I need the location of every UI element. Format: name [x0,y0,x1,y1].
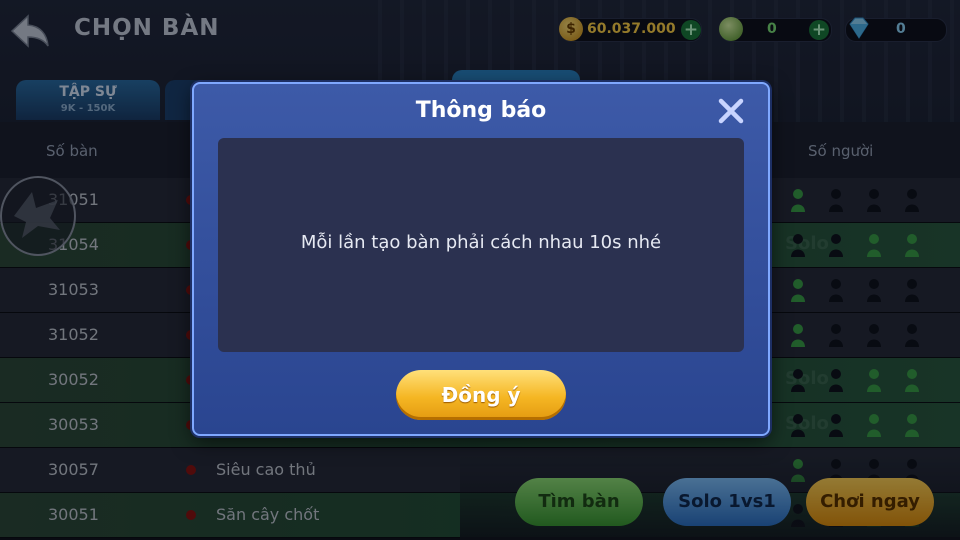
ok-button[interactable]: Đồng ý [396,370,566,420]
notification-dialog: Thông báo Mỗi lần tạo bàn phải cách nhau… [192,82,770,436]
close-icon[interactable] [716,96,746,126]
dialog-title: Thông báo [415,98,547,123]
dialog-message: Mỗi lần tạo bàn phải cách nhau 10s nhé [300,232,662,253]
dialog-body: Mỗi lần tạo bàn phải cách nhau 10s nhé [218,138,744,352]
